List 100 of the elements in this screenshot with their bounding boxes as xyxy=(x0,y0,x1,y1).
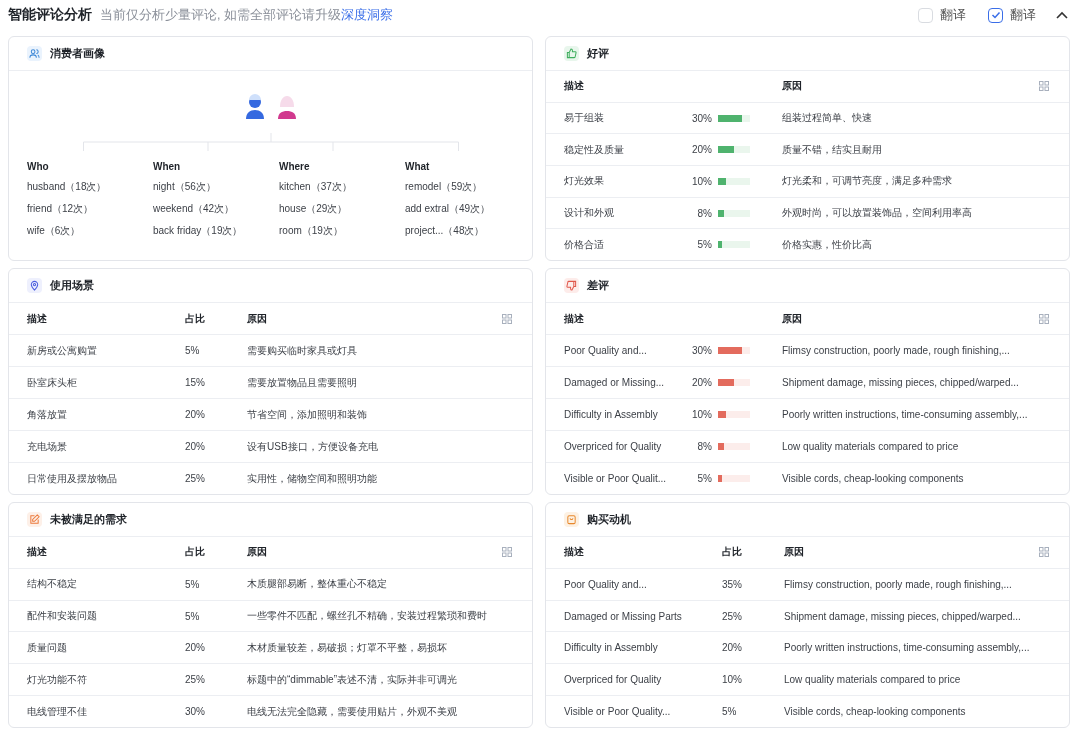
table-cell-text: Poor Quality and... xyxy=(564,345,648,356)
table-cell-text: Low quality materials compared to price xyxy=(784,674,962,686)
column-header: 描述 xyxy=(564,79,585,94)
column-header: 描述 xyxy=(564,545,585,560)
location-pin-icon xyxy=(29,280,40,291)
translate-checkbox[interactable]: 翻译 xyxy=(988,6,1036,24)
table-cell-text: 灯光柔和，可调节亮度，满足多种需求 xyxy=(781,174,953,189)
grid-icon[interactable] xyxy=(1039,81,1049,92)
table-cell-text: 10% xyxy=(691,409,713,420)
table-cell-text: 灯光功能不符 xyxy=(27,672,88,687)
table-cell-text: Shipment damage, missing pieces, chipped/warped... xyxy=(784,610,1022,622)
table-cell-text: 5% xyxy=(696,239,713,251)
grid-icon[interactable] xyxy=(1039,313,1049,324)
table-cell-text: 组装过程简单、快速 xyxy=(781,111,873,125)
users-icon xyxy=(29,48,40,59)
column-header: 原因 xyxy=(247,545,268,560)
table-cell-text: 新房或公寓购置 xyxy=(27,343,98,358)
table-cell-text: Damaged or Missing Parts xyxy=(564,610,683,622)
column-header: 描述 xyxy=(27,311,48,326)
group-item: remodel（59次） xyxy=(405,180,484,194)
table-cell-text: 电线管理不佳 xyxy=(27,704,88,719)
grid-icon[interactable] xyxy=(502,547,512,558)
table-cell-text: 需要放置物品且需要照明 xyxy=(247,375,358,390)
table-cell-text: 易于组装 xyxy=(564,111,605,125)
thumbs-up-icon xyxy=(566,48,577,59)
shopping-bag-icon xyxy=(566,514,577,525)
table-cell-text: 30% xyxy=(691,345,713,356)
table-cell-text: 木材质量较差，易破损；灯罩不平整，易损坏 xyxy=(247,640,448,655)
column-header: 原因 xyxy=(781,311,803,326)
table-cell-text: 价格合适 xyxy=(564,237,605,252)
table-cell-text: Visible or Poor Quality... xyxy=(564,706,672,718)
table-cell-text: 电线无法完全隐藏，需要使用贴片，外观不美观 xyxy=(247,704,458,719)
table-cell-text: 20% xyxy=(691,144,713,156)
column-header: 描述 xyxy=(27,545,48,560)
table-cell-text: Difficulty in Assembly xyxy=(564,409,659,420)
table-cell-text: 35% xyxy=(722,578,743,590)
table-cell-text: 设计和外观 xyxy=(564,206,615,220)
table-cell-text: Damaged or Missing... xyxy=(564,377,666,388)
collapse-button[interactable] xyxy=(1056,11,1068,19)
table-cell-text: 质量不错，结实且耐用 xyxy=(781,142,883,157)
table-cell-text: 5% xyxy=(185,345,201,356)
table-cell-text: 20% xyxy=(185,441,206,452)
edit-icon xyxy=(29,514,40,525)
table-cell-text: 25% xyxy=(185,473,206,484)
column-header: 描述 xyxy=(564,311,585,326)
panel-title: 购买动机 xyxy=(587,512,631,527)
table-cell-text: 25% xyxy=(185,674,206,686)
upgrade-note: 当前仅分析少量评论, 如需全部评论请升级深度洞察 xyxy=(100,6,394,24)
column-header: 原因 xyxy=(781,79,803,94)
table-cell-text: 20% xyxy=(722,642,743,654)
table-cell-text: 卧室床头柜 xyxy=(27,375,78,390)
column-header: 占比 xyxy=(185,545,206,560)
table-cell-text: Poorly written instructions, time-consuming assembly,... xyxy=(781,409,1029,420)
table-cell-text: 5% xyxy=(185,578,201,590)
group-heading: What xyxy=(405,161,431,172)
table-cell-text: 稳定性及质量 xyxy=(564,142,625,157)
group-item: back friday（19次） xyxy=(153,224,244,238)
table-cell-text: Poorly written instructions, time-consuming assembly,... xyxy=(784,642,1031,654)
group-heading: Where xyxy=(279,161,311,172)
table-cell-text: 标题中的“dimmable”表述不清，实际并非可调光 xyxy=(247,672,458,687)
table-cell-text: Overpriced for Quality xyxy=(564,441,663,452)
table-cell-text: Difficulty in Assembly xyxy=(564,642,659,654)
table-cell-text: Visible cords, cheap-looking components xyxy=(781,473,965,484)
table-cell-text: 25% xyxy=(722,610,743,622)
table-cell-text: 5% xyxy=(185,610,201,622)
column-header: 占比 xyxy=(722,545,743,560)
table-cell-text: Flimsy construction, poorly made, rough finishing,... xyxy=(781,345,1011,356)
column-header: 占比 xyxy=(185,311,206,326)
table-cell-text: 30% xyxy=(691,112,713,124)
group-item: night（56次） xyxy=(153,180,217,194)
table-cell-text: 30% xyxy=(185,706,206,718)
table-cell-text: 需要购买临时家具或灯具 xyxy=(247,343,358,358)
group-item: wife（6次） xyxy=(27,224,82,238)
table-cell-text: Shipment damage, missing pieces, chipped/warped... xyxy=(781,377,1020,388)
grid-icon[interactable] xyxy=(1039,547,1049,558)
table-cell-text: Overpriced for Quality xyxy=(564,674,663,686)
group-item: friend（12次） xyxy=(27,202,95,216)
group-heading: When xyxy=(153,161,182,172)
panel-title: 好评 xyxy=(587,46,609,61)
grid-icon[interactable] xyxy=(502,313,512,324)
table-cell-text: 质量问题 xyxy=(27,640,68,655)
table-cell-text: 20% xyxy=(185,642,206,654)
thumbs-down-icon xyxy=(566,280,577,291)
group-item: house（29次） xyxy=(279,202,349,216)
table-cell-text: 15% xyxy=(185,377,206,388)
table-cell-text: 木质腿部易断，整体重心不稳定 xyxy=(247,577,388,592)
panel-title: 未被满足的需求 xyxy=(50,512,127,527)
column-header: 原因 xyxy=(784,545,805,560)
table-cell-text: Flimsy construction, poorly made, rough finishing,... xyxy=(784,578,1013,590)
table-cell-text: 日常使用及摆放物品 xyxy=(27,471,118,486)
table-cell-text: 节省空间，添加照明和装饰 xyxy=(247,407,368,422)
translate-checkbox[interactable]: 翻译 xyxy=(918,6,966,24)
table-cell-text: 20% xyxy=(691,377,713,388)
table-cell-text: 8% xyxy=(696,207,713,219)
table-cell-text: 5% xyxy=(696,473,713,484)
upgrade-link[interactable]: 深度洞察 xyxy=(340,7,393,22)
table-cell-text: 一些零件不匹配，螺丝孔不精确，安装过程繁琐和费时 xyxy=(247,609,488,624)
column-header: 原因 xyxy=(247,311,268,326)
table-cell-text: 结构不稳定 xyxy=(27,577,78,592)
table-cell-text: 实用性，储物空间和照明功能 xyxy=(247,471,378,486)
